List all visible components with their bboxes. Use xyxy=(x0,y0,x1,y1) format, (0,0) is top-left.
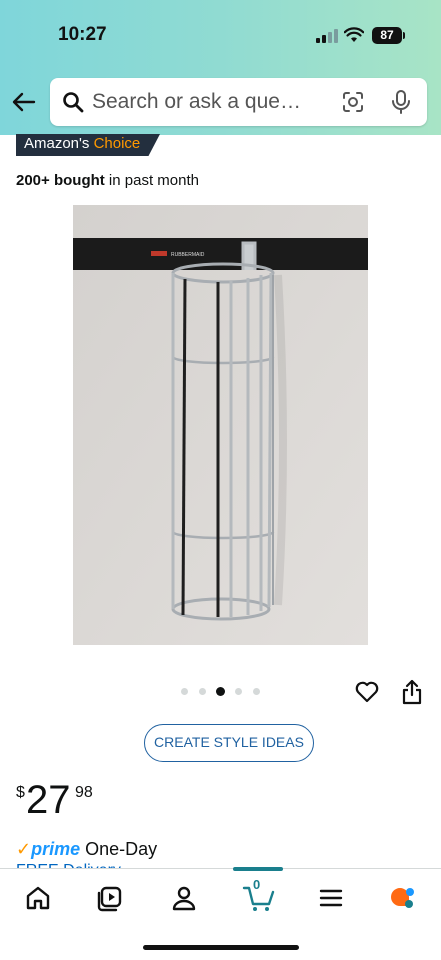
prime-logo: prime xyxy=(31,839,81,859)
share-icon[interactable] xyxy=(400,678,424,706)
image-carousel-dots[interactable] xyxy=(181,687,271,697)
home-icon[interactable] xyxy=(23,883,53,913)
badge-highlight: Choice xyxy=(93,135,141,152)
price-fraction: 98 xyxy=(75,784,93,801)
battery-indicator: 87 xyxy=(372,27,405,44)
search-icon xyxy=(63,92,84,113)
search-input[interactable]: Search or ask a que… xyxy=(92,90,301,114)
prime-delivery-line: ✓prime One-Day xyxy=(16,839,157,860)
status-bar: 10:27 87 xyxy=(0,0,441,70)
heart-icon[interactable] xyxy=(354,679,380,705)
carousel-dot[interactable] xyxy=(235,688,242,695)
status-time: 10:27 xyxy=(58,24,107,45)
rufus-ai-icon[interactable] xyxy=(388,883,418,913)
create-style-ideas-button[interactable]: CREATE STYLE IDEAS xyxy=(144,724,314,762)
badge-prefix: Amazon's xyxy=(24,135,90,152)
account-icon[interactable] xyxy=(169,883,199,913)
product-image[interactable]: RUBBERMAID xyxy=(73,205,368,645)
carousel-dot[interactable] xyxy=(181,688,188,695)
prime-check-icon: ✓ xyxy=(16,839,32,859)
search-box[interactable]: Search or ask a que… xyxy=(50,78,427,126)
camera-lens-icon[interactable] xyxy=(341,90,365,114)
brand-mark: RUBBERMAID xyxy=(171,252,205,258)
price-currency: $ xyxy=(16,784,25,801)
back-arrow-icon[interactable] xyxy=(10,88,38,116)
bought-count-line: 200+ bought in past month xyxy=(16,172,199,189)
carousel-dot[interactable] xyxy=(199,688,206,695)
wifi-icon xyxy=(344,27,364,42)
bought-count: 200+ bought xyxy=(16,172,105,189)
cart-active-indicator xyxy=(233,867,283,871)
wire-ball-rack-illustration: RUBBERMAID xyxy=(73,205,368,645)
carousel-dot-active[interactable] xyxy=(216,687,225,696)
video-icon[interactable] xyxy=(96,883,126,913)
cart-count: 0 xyxy=(253,877,261,892)
carousel-dot[interactable] xyxy=(253,688,260,695)
top-header: 10:27 87 Search or ask a que… xyxy=(0,0,441,135)
cart-button[interactable]: 0 xyxy=(242,877,276,913)
price-whole: 27 xyxy=(26,778,71,822)
prime-suffix: One-Day xyxy=(80,839,158,859)
signal-icon xyxy=(316,29,338,43)
bought-suffix: in past month xyxy=(104,172,199,189)
microphone-icon[interactable] xyxy=(390,89,412,115)
amazons-choice-badge: Amazon's Choice xyxy=(16,134,160,156)
home-indicator xyxy=(143,945,299,950)
menu-icon[interactable] xyxy=(316,883,346,913)
